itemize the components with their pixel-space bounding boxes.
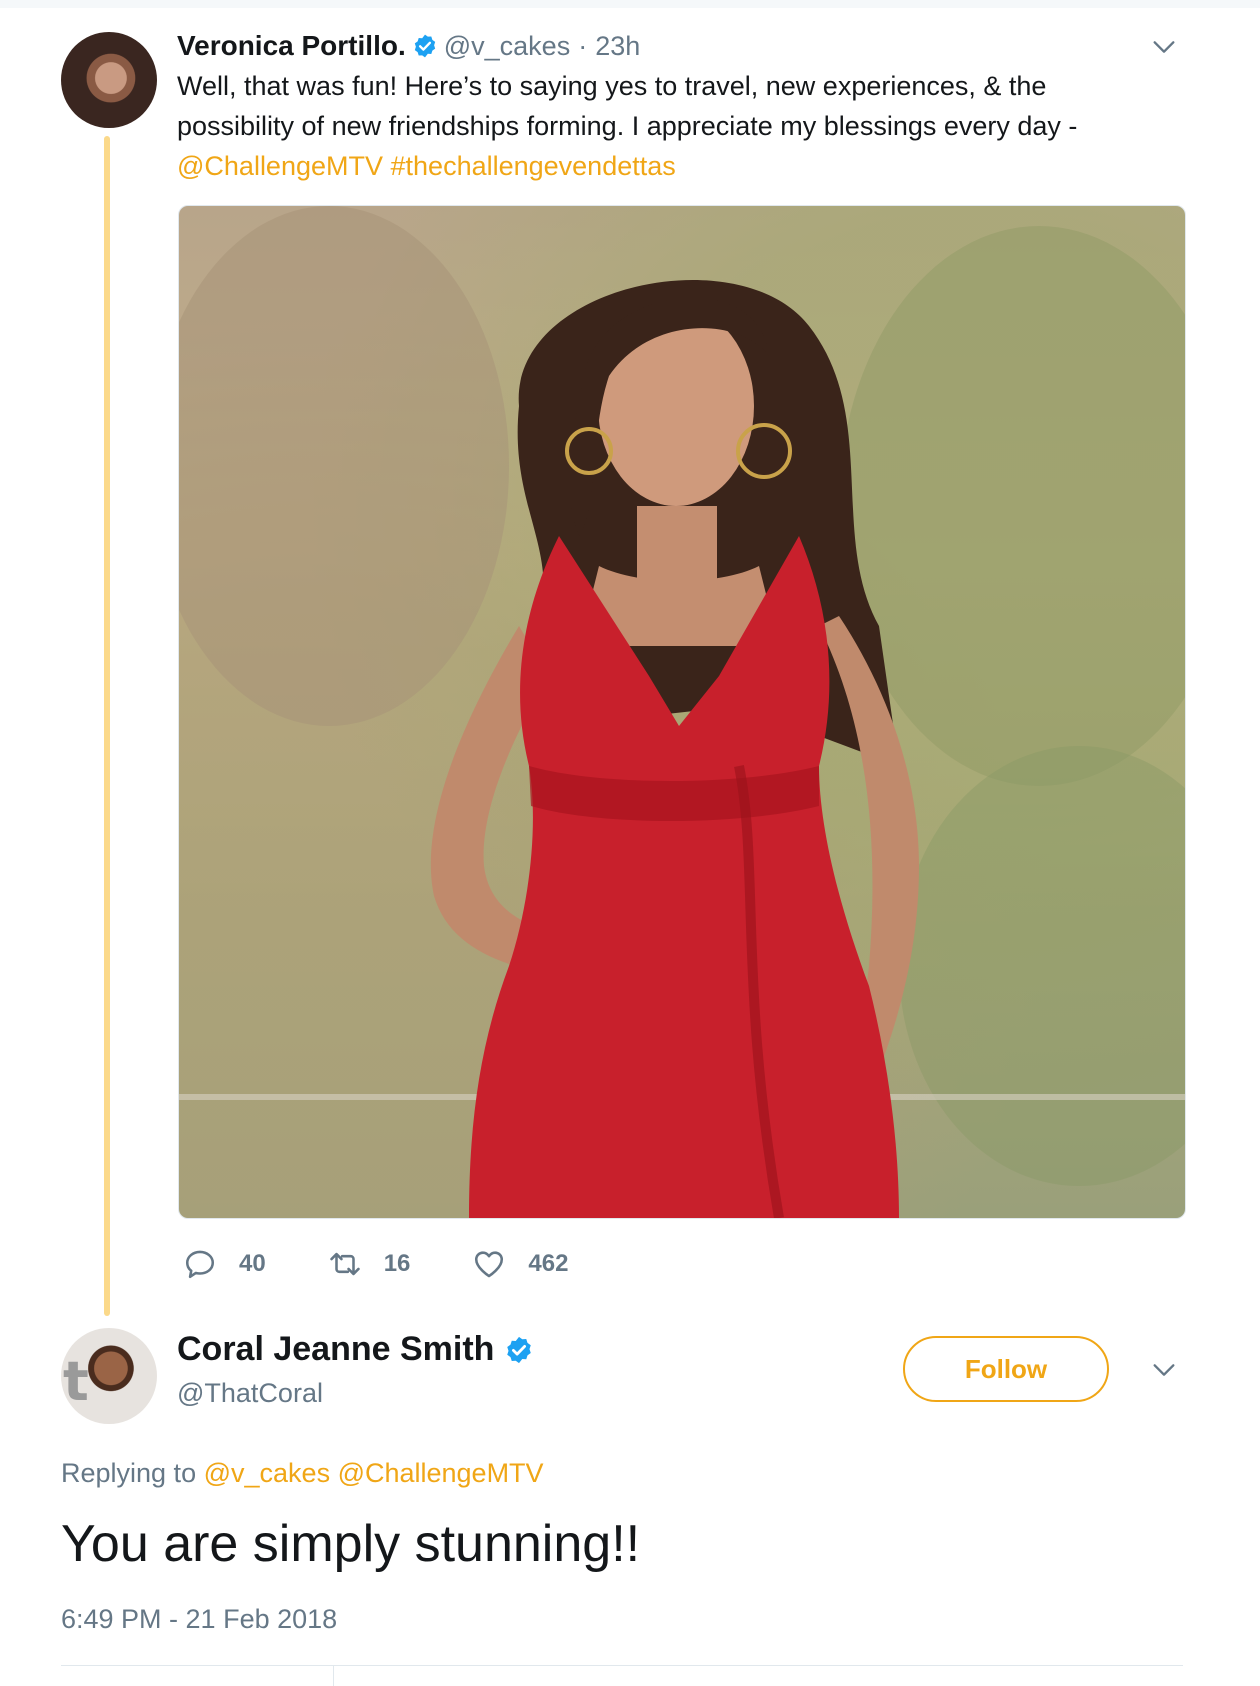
avatar[interactable] xyxy=(61,32,157,128)
like-icon xyxy=(475,1251,504,1278)
replying-to-handles[interactable]: @v_cakes @ChallengeMTV xyxy=(204,1458,544,1488)
tweet-header: Veronica Portillo. @v_cakes · 23h xyxy=(177,26,640,66)
separator-dot: · xyxy=(578,30,588,61)
tweet-photo[interactable] xyxy=(178,205,1186,1219)
avatar-logo-mark: t xyxy=(63,1350,89,1413)
chevron-down-icon[interactable] xyxy=(1150,33,1178,61)
retweet-action[interactable]: 16 xyxy=(328,1247,411,1281)
verified-badge-icon xyxy=(507,1336,532,1363)
verified-badge-icon xyxy=(414,34,435,58)
top-edge xyxy=(0,0,1260,8)
tweet-time[interactable]: 23h xyxy=(595,31,640,62)
retweet-count: 16 xyxy=(383,1250,411,1277)
divider xyxy=(61,1665,1183,1666)
tweet-text: Well, that was fun! Here’s to saying yes… xyxy=(177,66,1187,186)
tweet-text-line: possibility of new friendships forming. … xyxy=(177,111,1078,141)
like-count: 462 xyxy=(528,1250,569,1277)
hashtag-link[interactable]: #thechallengevendettas xyxy=(391,151,676,181)
like-action[interactable]: 462 xyxy=(472,1247,568,1281)
mention-link[interactable]: @ChallengeMTV xyxy=(177,151,383,181)
follow-button[interactable]: Follow xyxy=(903,1336,1109,1402)
reply-count: 40 xyxy=(239,1250,266,1277)
tweet-actions: 40 16 462 xyxy=(183,1244,630,1284)
reply-timestamp[interactable]: 6:49 PM - 21 Feb 2018 xyxy=(61,1604,337,1635)
author-handle[interactable]: @v_cakes xyxy=(444,31,570,62)
reply-author: Coral Jeanne Smith xyxy=(177,1330,540,1369)
thread-line xyxy=(104,136,110,1316)
retweet-icon xyxy=(329,1252,360,1276)
replying-to-label: Replying to xyxy=(61,1458,197,1488)
replying-to: Replying to @v_cakes @ChallengeMTV xyxy=(61,1458,544,1489)
reply-text: You are simply stunning!! xyxy=(61,1515,641,1573)
tweet-text-line: Well, that was fun! Here’s to saying yes… xyxy=(177,71,1047,101)
reply-action[interactable]: 40 xyxy=(183,1247,266,1281)
reply-icon xyxy=(185,1250,215,1279)
reply-author-display-name[interactable]: Coral Jeanne Smith xyxy=(177,1330,494,1369)
avatar[interactable]: t xyxy=(61,1328,157,1424)
divider xyxy=(333,1666,334,1686)
chevron-down-icon[interactable] xyxy=(1150,1356,1178,1384)
author-display-name[interactable]: Veronica Portillo. xyxy=(177,30,406,62)
photo-figure xyxy=(179,206,1185,1218)
reply-author-handle[interactable]: @ThatCoral xyxy=(177,1378,323,1409)
